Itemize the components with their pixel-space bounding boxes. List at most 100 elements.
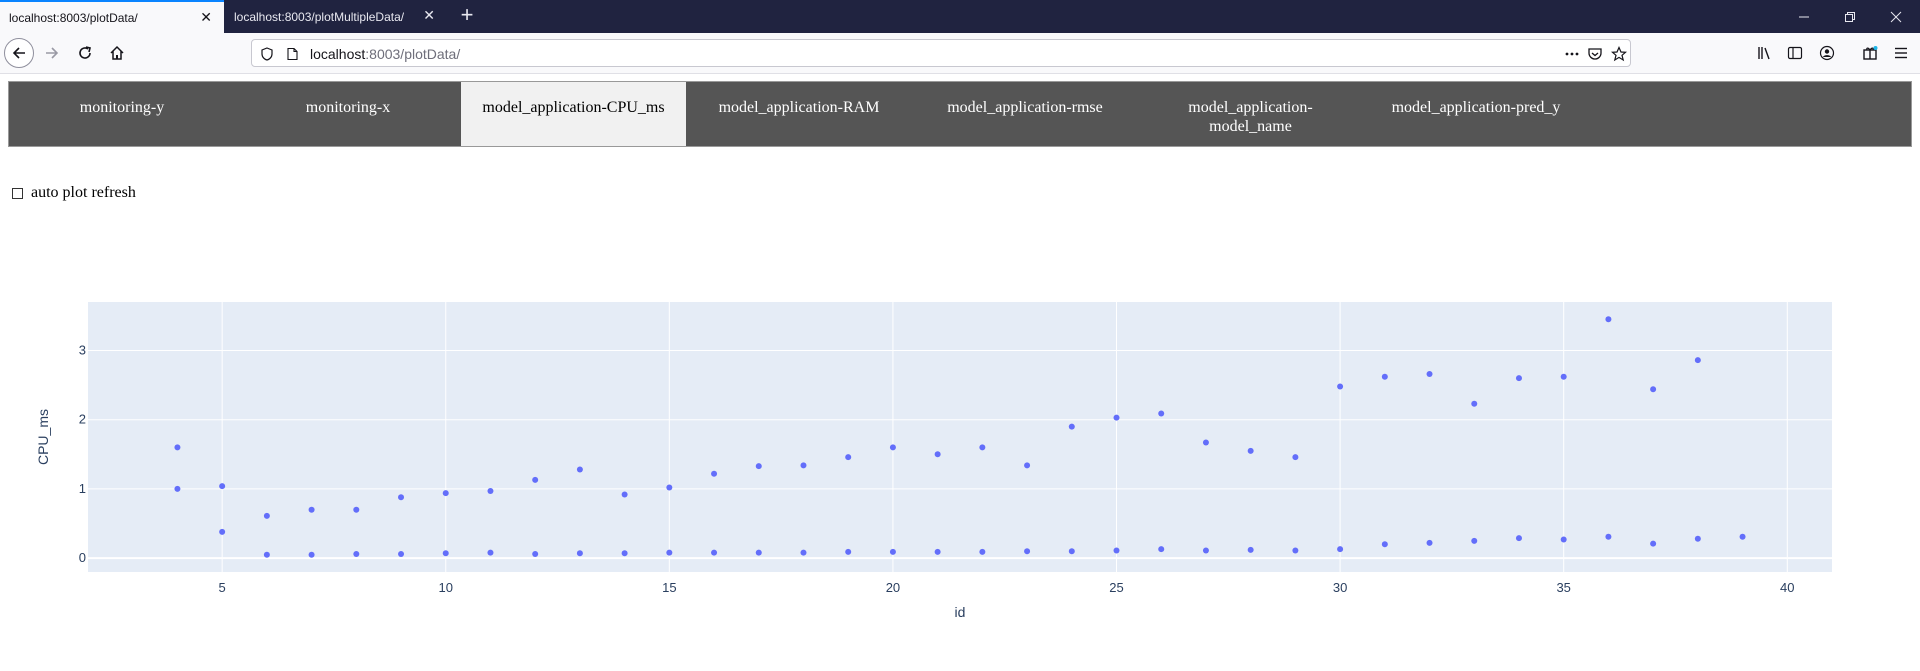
data-point	[1292, 547, 1299, 554]
extensions-icon[interactable]	[1856, 39, 1884, 67]
y-axis-label: CPU_ms	[35, 409, 51, 465]
new-tab-icon[interactable]: +	[455, 4, 479, 28]
data-point	[934, 451, 941, 458]
data-point	[532, 476, 539, 483]
shield-icon[interactable]	[258, 45, 276, 63]
page-icon[interactable]	[283, 45, 301, 63]
x-tick-label: 35	[1556, 580, 1570, 595]
tab-monitoring-y[interactable]: monitoring-y	[9, 82, 235, 146]
data-point	[1426, 371, 1433, 377]
data-point	[576, 466, 583, 473]
data-point	[979, 444, 986, 451]
tab-monitoring-x[interactable]: monitoring-x	[235, 82, 461, 146]
plot-tabs: monitoring-y monitoring-x model_applicat…	[8, 81, 1912, 147]
back-icon[interactable]	[4, 38, 34, 68]
x-tick-label: 15	[662, 580, 676, 595]
data-point	[487, 488, 494, 494]
plot-area[interactable]	[88, 302, 1832, 572]
data-point	[1515, 375, 1522, 382]
data-point	[1694, 357, 1701, 364]
data-point	[711, 470, 718, 477]
tab-model-application-rmse[interactable]: model_application-rmse	[912, 82, 1138, 146]
data-point	[800, 549, 807, 556]
navigation-toolbar: localhost:8003/plotData/	[0, 33, 1920, 74]
data-point	[666, 549, 673, 556]
data-point	[1068, 548, 1075, 555]
minimize-icon[interactable]	[1781, 0, 1827, 33]
data-point	[174, 485, 181, 492]
address-bar[interactable]: localhost:8003/plotData/	[251, 39, 1631, 67]
browser-tab-plotmultipledata[interactable]: localhost:8003/plotMultipleData/ ✕	[225, 0, 447, 33]
data-point	[1426, 539, 1433, 546]
data-point	[263, 512, 270, 519]
data-point	[1381, 541, 1388, 548]
tab-model-application-ram[interactable]: model_application-RAM	[686, 82, 912, 146]
reload-icon[interactable]	[71, 39, 99, 67]
data-point	[1471, 400, 1478, 407]
more-actions-icon[interactable]	[1563, 45, 1581, 63]
account-icon[interactable]	[1813, 39, 1841, 67]
browser-tab-strip: localhost:8003/plotData/ ✕ localhost:800…	[0, 0, 1920, 33]
data-point	[353, 551, 360, 557]
close-icon[interactable]: ✕	[200, 10, 212, 24]
data-point	[532, 551, 539, 557]
library-icon[interactable]	[1750, 39, 1778, 67]
cpu-ms-scatter-plot: 5 10 15 20 25 30 35 40 0 1 2 3 id CPU_ms	[35, 302, 1832, 620]
data-point	[621, 491, 628, 498]
data-point	[666, 484, 673, 491]
data-point	[1113, 414, 1120, 421]
restore-icon[interactable]	[1827, 0, 1873, 33]
data-point	[1605, 533, 1612, 540]
y-tick-label: 0	[79, 550, 86, 565]
data-point	[1292, 454, 1299, 461]
tab-label: monitoring-y	[79, 99, 165, 116]
y-axis-ticks: 0 1 2 3	[79, 342, 86, 565]
data-point	[1202, 439, 1209, 446]
tab-label: model_application- model_name	[1188, 99, 1313, 135]
x-tick-label: 5	[219, 580, 226, 595]
data-point	[442, 550, 449, 557]
x-tick-label: 40	[1780, 580, 1794, 595]
auto-refresh-toggle[interactable]: auto plot refresh	[12, 184, 136, 202]
data-point	[1202, 547, 1209, 554]
data-point	[308, 506, 315, 513]
tab-label: model_application-RAM	[718, 99, 880, 116]
data-point	[621, 550, 628, 557]
data-point	[263, 551, 270, 558]
data-point	[1471, 537, 1478, 544]
url-text: localhost:8003/plotData/	[310, 46, 460, 62]
home-icon[interactable]	[103, 39, 131, 67]
data-point	[1024, 548, 1031, 555]
x-axis-ticks: 5 10 15 20 25 30 35 40	[219, 580, 1795, 595]
data-point	[1739, 533, 1746, 540]
data-point	[889, 444, 896, 451]
data-point	[1113, 547, 1120, 554]
x-tick-label: 20	[886, 580, 900, 595]
bookmark-star-icon[interactable]	[1610, 45, 1628, 63]
data-point	[1694, 535, 1701, 542]
tab-label: monitoring-x	[305, 99, 391, 116]
tab-model-application-pred-y[interactable]: model_application-pred_y	[1363, 82, 1589, 146]
close-icon[interactable]: ✕	[423, 8, 435, 22]
menu-icon[interactable]	[1887, 39, 1915, 67]
sidebar-icon[interactable]	[1781, 39, 1809, 67]
data-point	[934, 548, 941, 555]
tab-label: model_application-rmse	[947, 99, 1103, 116]
browser-tab-title: localhost:8003/plotMultipleData/	[234, 9, 405, 24]
pocket-icon[interactable]	[1586, 45, 1604, 63]
data-point	[1560, 373, 1567, 380]
browser-tab-title: localhost:8003/plotData/	[9, 10, 138, 25]
data-point	[1515, 535, 1522, 542]
data-point	[845, 548, 852, 555]
url-path: :8003/plotData/	[365, 46, 461, 62]
x-axis-label: id	[955, 604, 966, 620]
auto-refresh-checkbox[interactable]	[12, 187, 23, 199]
forward-icon[interactable]	[38, 39, 66, 67]
browser-tab-plotdata[interactable]: localhost:8003/plotData/ ✕	[0, 0, 224, 33]
data-point	[1381, 373, 1388, 380]
close-window-icon[interactable]	[1873, 0, 1919, 33]
data-point	[1158, 546, 1165, 553]
tab-model-application-model-name[interactable]: model_application- model_name	[1138, 82, 1363, 146]
data-point	[219, 528, 226, 535]
tab-model-application-cpu-ms[interactable]: model_application-CPU_ms	[461, 82, 686, 146]
